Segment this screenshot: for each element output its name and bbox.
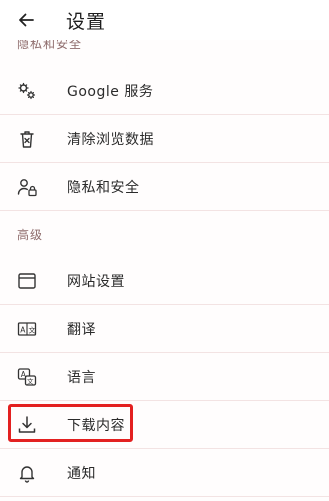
settings-item-label: 网站设置 — [67, 273, 125, 290]
settings-item-notifications[interactable]: 通知 — [0, 449, 329, 497]
settings-item-languages[interactable]: A 文 语言 — [0, 353, 329, 401]
settings-screen: 设置 隐私和安全 Google 服务 清除浏览数据 隐私和安全 高级 网站设置 … — [0, 0, 329, 501]
back-button[interactable] — [0, 0, 52, 40]
trash-icon — [15, 127, 39, 151]
person-lock-icon — [15, 175, 39, 199]
settings-item-clear-browsing-data[interactable]: 清除浏览数据 — [0, 115, 329, 163]
settings-item-downloads[interactable]: 下载内容 — [0, 401, 329, 449]
google-services-icon — [15, 79, 39, 103]
settings-list: Google 服务 清除浏览数据 隐私和安全 高级 网站设置 A 文 翻译 A … — [0, 67, 329, 497]
settings-item-label: 下载内容 — [67, 417, 125, 434]
settings-item-site-settings[interactable]: 网站设置 — [0, 257, 329, 305]
page-title: 设置 — [66, 10, 107, 33]
settings-item-label: Google 服务 — [67, 83, 154, 100]
browser-window-icon — [15, 269, 39, 293]
settings-item-translate[interactable]: A 文 翻译 — [0, 305, 329, 353]
bell-icon — [15, 461, 39, 485]
svg-text:文: 文 — [29, 325, 36, 334]
settings-item-google-services[interactable]: Google 服务 — [0, 67, 329, 115]
settings-item-label: 语言 — [67, 369, 96, 386]
app-bar: 设置 — [0, 0, 329, 40]
svg-text:文: 文 — [27, 376, 34, 385]
settings-item-privacy-security[interactable]: 隐私和安全 — [0, 163, 329, 211]
translate-icon: A 文 — [15, 317, 39, 341]
download-icon — [15, 413, 39, 437]
settings-item-label: 清除浏览数据 — [67, 131, 154, 148]
section-header-advanced: 高级 — [17, 227, 44, 242]
settings-item-label: 隐私和安全 — [67, 179, 140, 196]
arrow-left-icon — [16, 10, 36, 30]
language-icon: A 文 — [15, 365, 39, 389]
settings-item-label: 翻译 — [67, 321, 96, 338]
svg-text:A: A — [20, 325, 26, 334]
settings-item-label: 通知 — [67, 465, 96, 482]
